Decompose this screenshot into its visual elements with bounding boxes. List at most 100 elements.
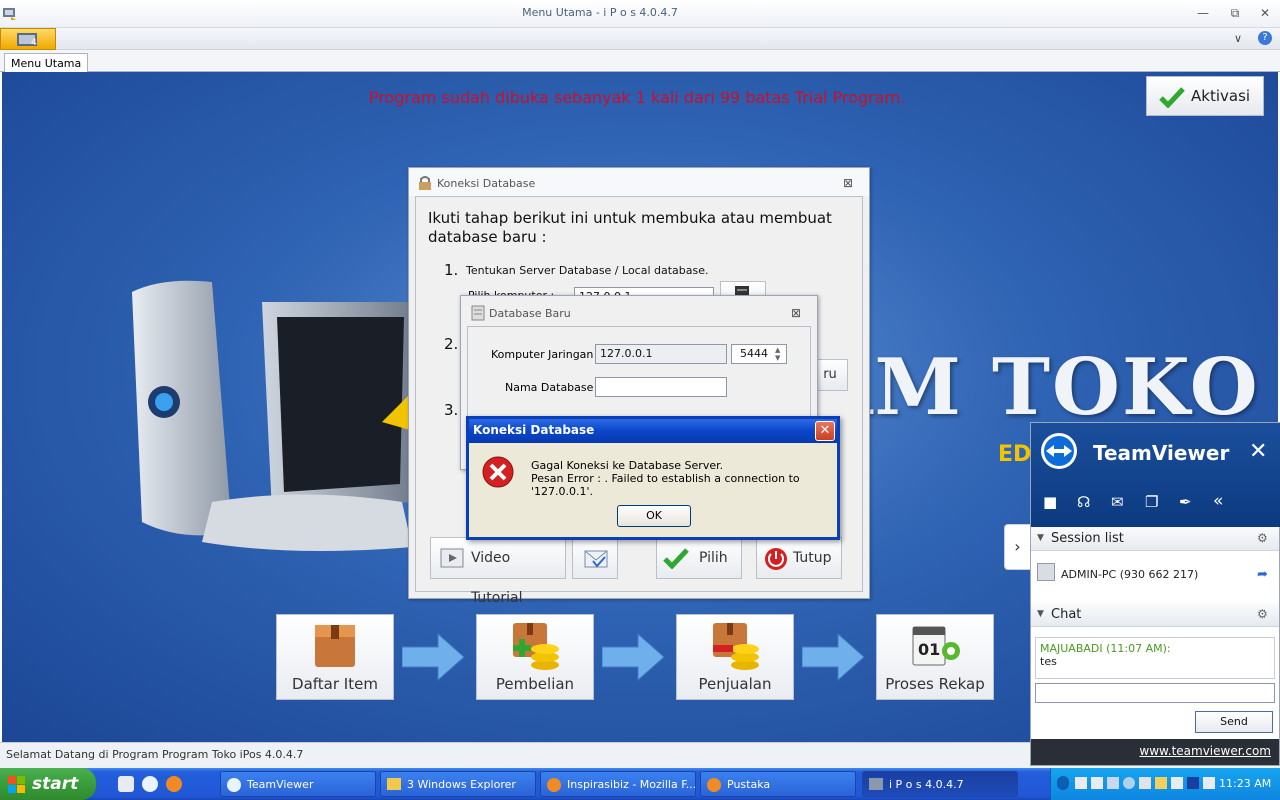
sales-icon bbox=[713, 623, 759, 670]
arrow-right-icon bbox=[602, 632, 665, 682]
window-title: Menu Utama - i P o s 4.0.4.7 bbox=[522, 6, 678, 19]
chat-header[interactable]: ▼ Chat ⚙ bbox=[1031, 603, 1279, 627]
teamviewer-panel: TeamViewer ✕ ■ ☊ ✉ ❐ ✒ « ▼ Session list … bbox=[1030, 422, 1280, 766]
firefox-quick-icon[interactable] bbox=[166, 776, 182, 792]
close-window-button[interactable]: ✕ bbox=[1256, 5, 1274, 21]
session-list-header[interactable]: ▼ Session list ⚙ bbox=[1031, 527, 1279, 551]
chat-message: tes bbox=[1040, 655, 1057, 668]
penjualan-label: Penjualan bbox=[698, 675, 772, 693]
teamviewer-name: TeamViewer bbox=[1093, 441, 1230, 465]
security-icon[interactable] bbox=[1107, 777, 1119, 789]
session-item[interactable]: ADMIN-PC (930 662 217) bbox=[1061, 568, 1198, 581]
power-icon bbox=[765, 548, 787, 570]
video-camera-icon[interactable]: ■ bbox=[1043, 493, 1057, 511]
error-dialog-title: Koneksi Database bbox=[473, 423, 595, 437]
brand-title: AM TOKO bbox=[812, 342, 1260, 433]
task-label: TeamViewer bbox=[247, 778, 314, 791]
chat-input[interactable] bbox=[1035, 683, 1275, 703]
usb-icon[interactable] bbox=[1203, 777, 1215, 789]
purchase-icon bbox=[513, 623, 559, 670]
trial-notice: Program sudah dibuka sebanyak 1 kali dar… bbox=[368, 88, 906, 107]
firefox-icon bbox=[707, 778, 721, 792]
lock-icon bbox=[419, 176, 431, 190]
box-icon bbox=[315, 625, 355, 667]
cursor-icon[interactable]: ➦ bbox=[1257, 567, 1268, 582]
step-2-number: 2. bbox=[444, 335, 459, 353]
pembelian-button[interactable]: Pembelian bbox=[476, 614, 594, 700]
restore-button[interactable]: ⧉ bbox=[1226, 5, 1244, 21]
mail-icon bbox=[584, 550, 608, 568]
mail-button[interactable] bbox=[572, 537, 618, 579]
teamviewer-logo-icon bbox=[1041, 433, 1077, 469]
aktivasi-button[interactable]: Aktivasi bbox=[1146, 76, 1264, 116]
arrow-right-icon bbox=[402, 632, 465, 682]
clock[interactable]: 11:23 AM bbox=[1219, 777, 1271, 790]
task-windows-explorer[interactable]: 3 Windows Explorer bbox=[380, 771, 536, 797]
collapse-panel-button[interactable]: › bbox=[1004, 524, 1030, 570]
tab-menu-utama[interactable]: Menu Utama bbox=[4, 53, 89, 73]
printer-icon[interactable] bbox=[1139, 777, 1151, 789]
pembelian-label: Pembelian bbox=[495, 675, 575, 693]
teamviewer-link[interactable]: www.teamviewer.com bbox=[1031, 739, 1279, 765]
headset-icon[interactable]: ☊ bbox=[1077, 493, 1090, 511]
daftar-item-label: Daftar Item bbox=[292, 675, 378, 693]
tray-expand-icon[interactable] bbox=[1057, 776, 1069, 790]
chevron-down-icon: ▼ bbox=[1037, 533, 1044, 543]
arrow-right-icon bbox=[802, 632, 865, 682]
gear-icon[interactable]: ⚙ bbox=[1257, 607, 1268, 621]
display-icon[interactable] bbox=[1171, 777, 1183, 789]
tutup-button[interactable]: Tutup bbox=[756, 537, 842, 579]
network-icon[interactable] bbox=[1075, 777, 1087, 789]
session-list-label: Session list bbox=[1051, 531, 1124, 546]
task-pustaka[interactable]: Pustaka bbox=[700, 771, 856, 797]
teamviewer-quick-icon[interactable] bbox=[142, 776, 158, 792]
koneksi-instruction: Ikuti tahap berikut ini untuk membuka at… bbox=[428, 209, 832, 246]
task-teamviewer[interactable]: TeamViewer bbox=[220, 771, 376, 797]
files-icon[interactable]: ❐ bbox=[1145, 493, 1158, 511]
chevron-down-icon[interactable]: ∨ bbox=[1234, 32, 1242, 45]
computer-illustration bbox=[132, 280, 417, 551]
notes-icon[interactable] bbox=[1155, 777, 1167, 789]
nama-database-field[interactable] bbox=[595, 377, 727, 397]
monitor-icon[interactable] bbox=[1187, 777, 1199, 789]
close-icon[interactable]: ✕ bbox=[1249, 439, 1267, 464]
ok-button[interactable]: OK bbox=[617, 505, 691, 527]
start-button[interactable]: start bbox=[0, 768, 96, 800]
tab-bar: Menu Utama bbox=[0, 50, 1280, 73]
teamviewer-icon bbox=[227, 778, 241, 792]
penjualan-button[interactable]: Penjualan bbox=[676, 614, 794, 700]
ipos-icon bbox=[869, 778, 883, 790]
send-button[interactable]: Send bbox=[1195, 711, 1273, 733]
close-icon[interactable]: ⊠ bbox=[843, 176, 853, 190]
proses-rekap-button[interactable]: 01 Proses Rekap bbox=[876, 614, 994, 700]
task-ipos[interactable]: i P o s 4.0.4.7 bbox=[862, 771, 1018, 797]
task-label: Pustaka bbox=[727, 778, 771, 791]
close-icon[interactable]: ✕ bbox=[815, 421, 835, 441]
komputer-jaringan-field[interactable]: 127.0.0.1 bbox=[595, 344, 727, 364]
task-firefox-inspirasibiz[interactable]: Inspirasibiz - Mozilla F... bbox=[540, 771, 696, 797]
nama-database-label: Nama Database : bbox=[505, 381, 601, 394]
double-chevron-left-icon[interactable]: « bbox=[1213, 491, 1223, 511]
port-spinner-icon[interactable]: ▲ ▼ bbox=[775, 346, 780, 362]
pen-icon[interactable]: ✒ bbox=[1179, 493, 1192, 511]
video-tutorial-button[interactable]: Video Tutorial bbox=[430, 537, 566, 606]
app-menu-button[interactable]: 4 bbox=[0, 28, 56, 50]
chat-icon[interactable]: ✉ bbox=[1111, 493, 1124, 511]
error-line-1: Gagal Koneksi ke Database Server. bbox=[531, 459, 724, 472]
minimize-button[interactable]: — bbox=[1194, 5, 1212, 21]
error-message: Gagal Koneksi ke Database Server. Pesan … bbox=[531, 459, 837, 498]
help-icon[interactable]: ? bbox=[1258, 31, 1272, 45]
daftar-item-button[interactable]: Daftar Item bbox=[276, 614, 394, 700]
show-desktop-icon[interactable] bbox=[118, 776, 134, 792]
volume-icon[interactable] bbox=[1091, 777, 1103, 789]
error-icon bbox=[482, 456, 514, 488]
app-menu-icon: 4 bbox=[17, 33, 37, 48]
step-1-text: Tentukan Server Database / Local databas… bbox=[466, 264, 709, 277]
pilih-button[interactable]: Pilih bbox=[656, 537, 742, 579]
teamviewer-tray-icon[interactable] bbox=[1123, 777, 1135, 789]
svg-text:4: 4 bbox=[31, 38, 37, 48]
gear-icon[interactable]: ⚙ bbox=[1257, 531, 1268, 545]
close-icon[interactable]: ⊠ bbox=[791, 306, 801, 320]
system-tray: 11:23 AM bbox=[1050, 768, 1280, 800]
window-title-bar: Menu Utama - i P o s 4.0.4.7 — ⧉ ✕ bbox=[0, 0, 1280, 28]
